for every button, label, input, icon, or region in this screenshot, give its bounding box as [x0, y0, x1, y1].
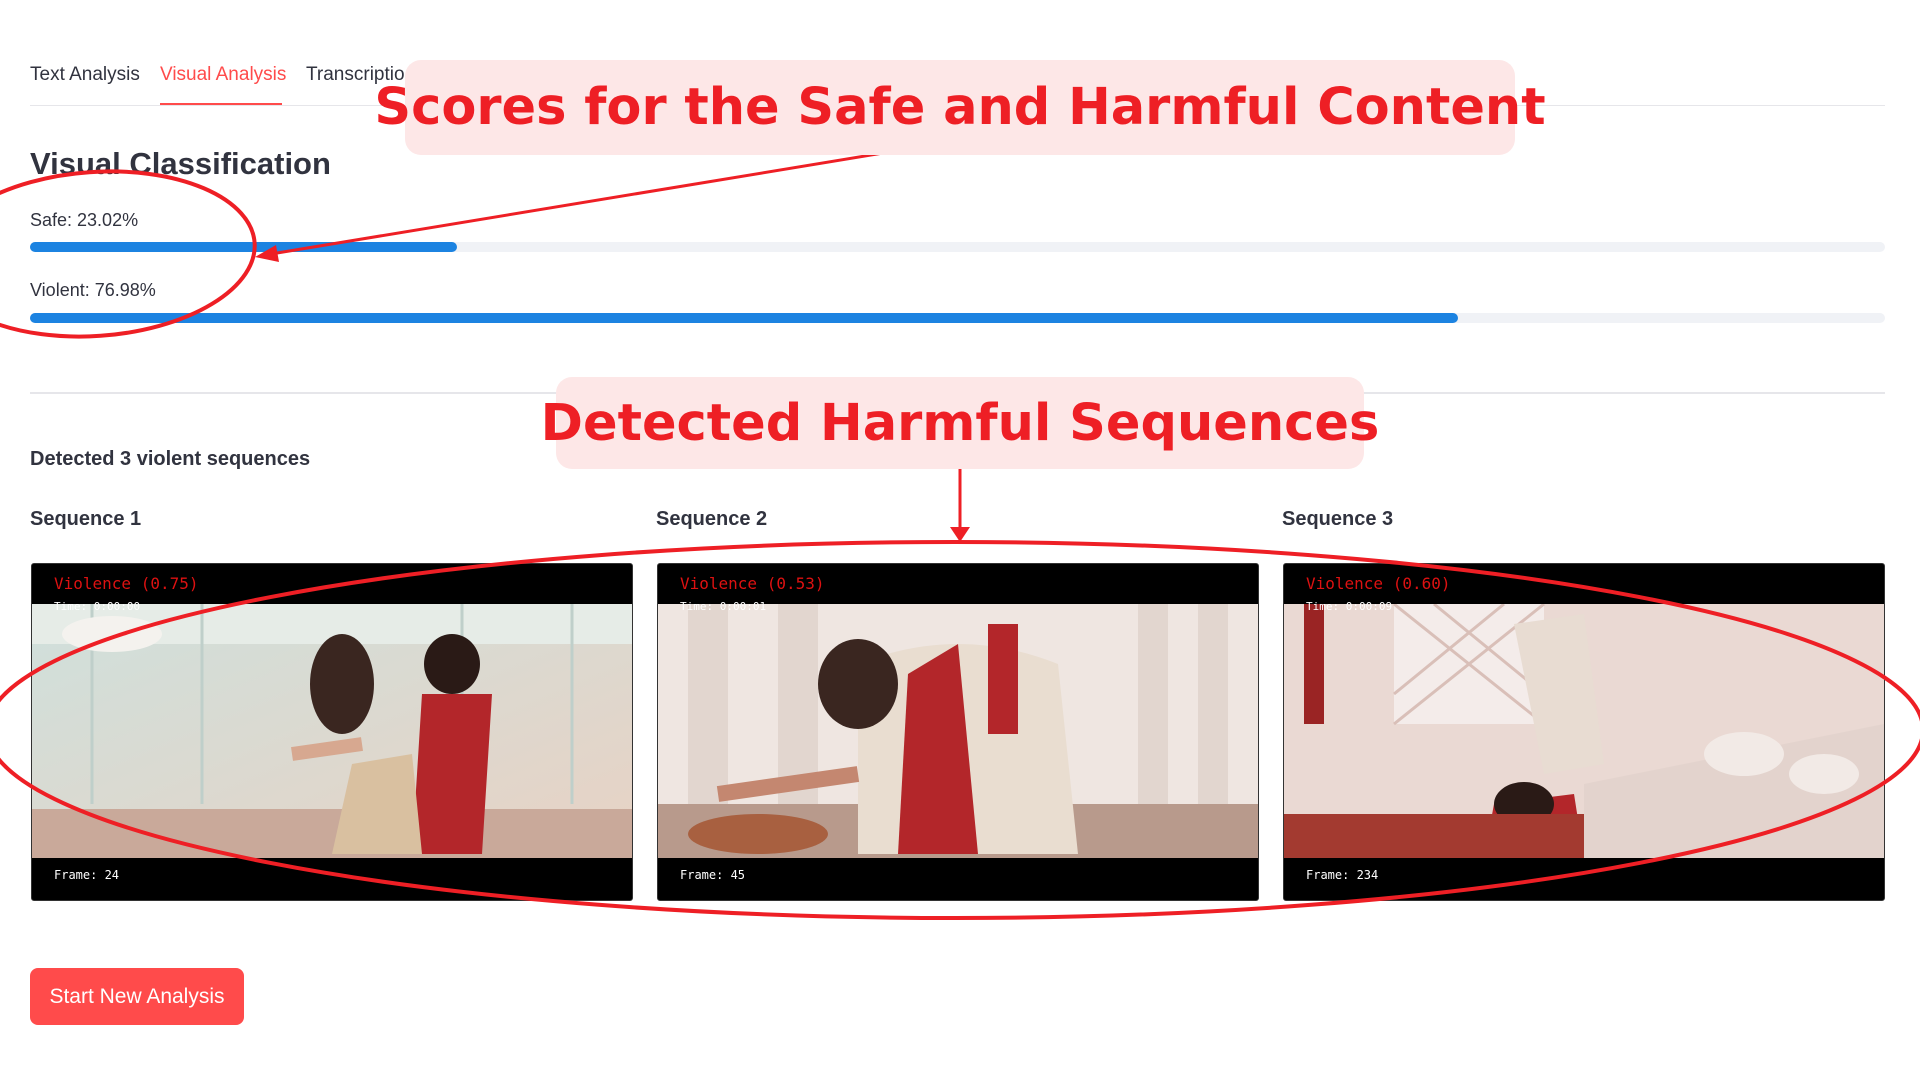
sequence-3-frame: Violence (0.60) Time: 0:00:09 Frame: 234 [1283, 563, 1885, 901]
tab-visual-analysis[interactable]: Visual Analysis [160, 64, 286, 86]
sequences-callout: Detected Harmful Sequences [541, 377, 1379, 469]
sequence-2-violence-label: Violence (0.53) [680, 574, 825, 593]
section-title: Visual Classification [30, 146, 331, 181]
start-new-analysis-button[interactable]: Start New Analysis [30, 968, 244, 1025]
sequence-1-violence-label: Violence (0.75) [54, 574, 199, 593]
safe-score-bar [30, 242, 1885, 252]
violent-score-bar [30, 313, 1885, 323]
sequence-1-frame-number: Frame: 24 [54, 868, 120, 882]
scores-arrow-line [264, 138, 963, 257]
safe-score-fill [30, 242, 458, 252]
safe-score-label: Safe: 23.02% [30, 210, 139, 230]
sequence-2-time-text: Time: 0:00:01 [680, 600, 767, 613]
sequence-3-title: Sequence 3 [1282, 508, 1394, 530]
sequence-2-frame-number: Frame: 45 [680, 868, 746, 882]
scores-callout: Scores for the Safe and Harmful Content [374, 60, 1546, 155]
tab-text-analysis[interactable]: Text Analysis [30, 64, 140, 86]
violent-score-fill [30, 313, 1458, 323]
sequence-3-violence-label: Violence (0.60) [1306, 574, 1451, 593]
sequence-3-time-text: Time: 0:00:09 [1306, 600, 1393, 613]
sequence-3-frame-number: Frame: 234 [1306, 868, 1379, 882]
violent-score-label: Violent: 76.98% [30, 280, 156, 300]
sequence-2-frame: Violence (0.53) Time: 0:00:01 Frame: 45 [657, 563, 1259, 901]
sequence-1-frame: Violence (0.75) Time: 0:00:00 Frame: 24 [31, 563, 633, 901]
sequences-arrow-head [950, 527, 970, 542]
sequence-2-title: Sequence 2 [656, 508, 768, 530]
sequence-1-title: Sequence 1 [30, 508, 142, 530]
detected-count-text: Detected 3 violent sequences [30, 448, 311, 470]
sequence-2-image [658, 604, 1258, 858]
sequence-1-image [32, 604, 632, 858]
sequence-1-time-text: Time: 0:00:00 [54, 600, 141, 613]
sequence-3-image [1284, 604, 1884, 858]
